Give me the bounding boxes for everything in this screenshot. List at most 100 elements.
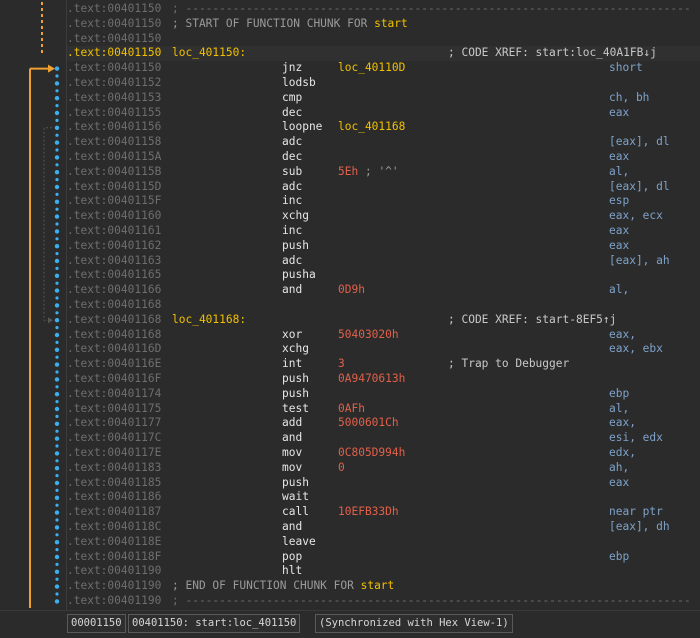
disasm-line[interactable]: .text:00401190 hlt [67,564,700,579]
operand-part: '^' [378,164,399,178]
segment-name: .text: [67,594,108,607]
segment-name: .text: [67,90,108,104]
flow-dot [55,296,59,300]
flow-dot [54,421,60,426]
disasm-line[interactable]: .text:00401162 push eax [67,239,700,254]
flow-dot [55,266,59,270]
disasm-line[interactable]: .text:00401150 ; START OF FUNCTION CHUNK … [67,17,700,32]
disasm-line[interactable]: .text:00401155 dec eax [67,106,700,121]
disasm-line[interactable]: .text:00401186 wait [67,490,700,505]
flow-dot [54,480,60,486]
flow-dot [54,125,60,130]
disasm-line[interactable]: .text:0040115B sub al, 5Eh ; '^' [67,165,700,180]
mnemonic: hlt [282,564,303,578]
flow-dot [54,495,60,500]
flow-dot [54,288,60,293]
disasm-line[interactable]: .text:00401152 lodsb [67,76,700,91]
mnemonic: adc [282,253,303,267]
disasm-line[interactable]: .text:00401166 and al, 0D9h [67,283,700,298]
disasm-line[interactable]: .text:0040116D xchg eax, ebx [67,342,700,357]
operand-part: 0D9h [338,283,365,297]
segment-name: .text: [67,342,108,356]
jump-arrow-dot [41,32,43,35]
mnemonic: loopne [282,120,323,134]
line-address: 0040117E [107,446,162,459]
disasm-line[interactable]: .text:00401185 push eax [67,476,700,491]
flow-dot [54,406,60,412]
flow-dot [55,74,59,78]
operand-part: eax [609,105,630,119]
line-address: 00401168 [107,312,162,326]
status-location: 00401150: start:loc_401150 [128,614,301,633]
disasm-line[interactable]: .text:0040118C and [eax], dh [67,520,700,535]
disasm-line[interactable]: .text:0040115A dec eax [67,150,700,165]
flow-dot [55,222,59,226]
mnemonic: mov [282,446,303,459]
disasm-line[interactable]: .text:00401175 test al, 0AFh [67,402,700,417]
chunk-prefix: ; START OF FUNCTION CHUNK FOR [172,16,375,30]
segment-name: .text: [67,135,108,149]
disassembly-view[interactable]: .text:00401150 ; ------------------------… [67,0,700,610]
disasm-line[interactable]: .text:00401158 adc [eax], dl [67,135,700,150]
disasm-line[interactable]: .text:00401177 add eax, 5000601Ch [67,416,700,431]
line-address: 00401175 [107,401,162,415]
segment-name: .text: [67,327,108,341]
disasm-line[interactable]: .text:00401174 push ebp [67,387,700,402]
flow-dot [54,170,60,175]
disasm-line[interactable]: .text:00401161 inc eax [67,224,700,239]
disasm-line[interactable]: .text:0040117E mov edx, 0C805D994h [67,446,700,461]
disasm-line[interactable]: .text:0040115D adc [eax], dl [67,180,700,195]
operand-part: 0AFh [338,401,365,415]
xref-comment: ; CODE XREF: start:loc_40A1FB↓j [448,46,657,60]
disasm-line[interactable]: .text:0040118F pop ebp [67,550,700,565]
disasm-line[interactable]: .text:00401150 loc_401150: ; CODE XREF: st… [67,46,700,62]
line-address: 0040118E [107,534,162,548]
disasm-line[interactable]: .text:00401168 loc_401168: ; CODE XREF: st… [67,313,700,328]
jump-arrow-dot [41,14,43,17]
disasm-line[interactable]: .text:00401165 pusha [67,268,700,283]
operand-part: [eax], ah [609,253,670,267]
disasm-line[interactable]: .text:0040117C and esi, edx [67,431,700,446]
flow-dot [54,303,60,308]
disasm-line[interactable]: .text:00401190 ; ------------------------… [67,594,700,609]
line-address: 0040116E [107,357,162,371]
jump-arrow-dot [41,26,43,29]
disasm-line[interactable]: .text:00401156 loopne loc_401168 [67,120,700,135]
mnemonic: and [282,283,303,297]
line-address: 00401185 [107,475,162,489]
segment-name: .text: [67,150,108,163]
disasm-line[interactable]: .text:00401150 jnz short loc_40110D [67,61,700,76]
disasm-line[interactable]: .text:00401187 call near ptr 10EFB33Dh [67,505,700,520]
flow-dot [55,355,59,359]
disasm-line[interactable]: .text:00401168 xor eax, 50403020h [67,328,700,343]
disasm-line[interactable]: .text:00401153 cmp ch, bh [67,91,700,106]
mnemonic: and [282,431,303,445]
operand-part: 0 [338,460,345,474]
disasm-line[interactable]: .text:00401190 ; END OF FUNCTION CHUNK FO… [67,579,700,594]
flow-dot [55,192,59,196]
disasm-line[interactable]: .text:0040116E int 3 ; Trap to Debugger [67,357,700,372]
disasm-line[interactable]: .text:00401150 [67,32,700,47]
disasm-line[interactable]: .text:00401183 mov ah, 0 [67,461,700,476]
flow-dot [55,178,59,182]
disasm-line[interactable]: .text:0040115F inc esp [67,194,700,209]
flow-dot [54,81,60,86]
flow-dot [55,414,59,418]
flow-dot [55,503,59,507]
disasm-line[interactable]: .text:00401160 xchg eax, ecx [67,209,700,224]
disasm-line[interactable]: .text:0040118E leave [67,535,700,550]
disasm-line[interactable]: .text:00401163 adc [eax], ah [67,254,700,269]
mnemonic: lodsb [282,76,316,89]
line-address: 00401165 [107,268,162,282]
disasm-line[interactable]: .text:0040116F push 0A9470613h [67,372,700,387]
mnemonic: and [282,520,303,533]
line-address: 00401187 [107,505,162,519]
operand-part: near ptr [609,505,670,519]
line-address: 00401155 [107,105,162,119]
disasm-line[interactable]: .text:00401150 ; ------------------------… [67,2,700,17]
operands: eax, 50403020h [338,328,636,343]
flow-dot [54,96,60,101]
mnemonic: adc [282,179,303,193]
separator-comment: ; --------------------------------------… [172,2,691,15]
disasm-line[interactable]: .text:00401168 [67,298,700,313]
